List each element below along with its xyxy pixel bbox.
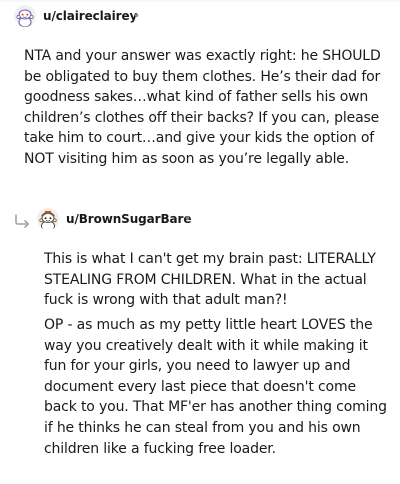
comment-body-paragraph-2: OP - as much as my petty little heart LO… bbox=[44, 317, 387, 457]
comment-body-paragraph-1: This is what I can't get my brain past: … bbox=[44, 251, 376, 309]
snoo-avatar-icon[interactable] bbox=[14, 5, 36, 27]
meta-separator: • bbox=[184, 212, 192, 226]
comment-brownsugarbare: u/BrownSugarBare • This is what I can't … bbox=[0, 204, 400, 457]
snoo-avatar-icon[interactable] bbox=[37, 208, 59, 230]
comment-header: u/BrownSugarBare • bbox=[0, 204, 400, 238]
comment-claireclairey: u/claireclairey • NTA and your answer wa… bbox=[0, 0, 400, 167]
comment-username[interactable]: u/BrownSugarBare bbox=[66, 212, 191, 226]
comment-username[interactable]: u/claireclairey bbox=[43, 9, 137, 23]
comment-body: NTA and your answer was exactly right: h… bbox=[24, 48, 381, 167]
meta-separator: • bbox=[133, 9, 141, 23]
comment-header: u/claireclairey • bbox=[0, 0, 400, 34]
reply-arrow-icon bbox=[15, 214, 29, 228]
